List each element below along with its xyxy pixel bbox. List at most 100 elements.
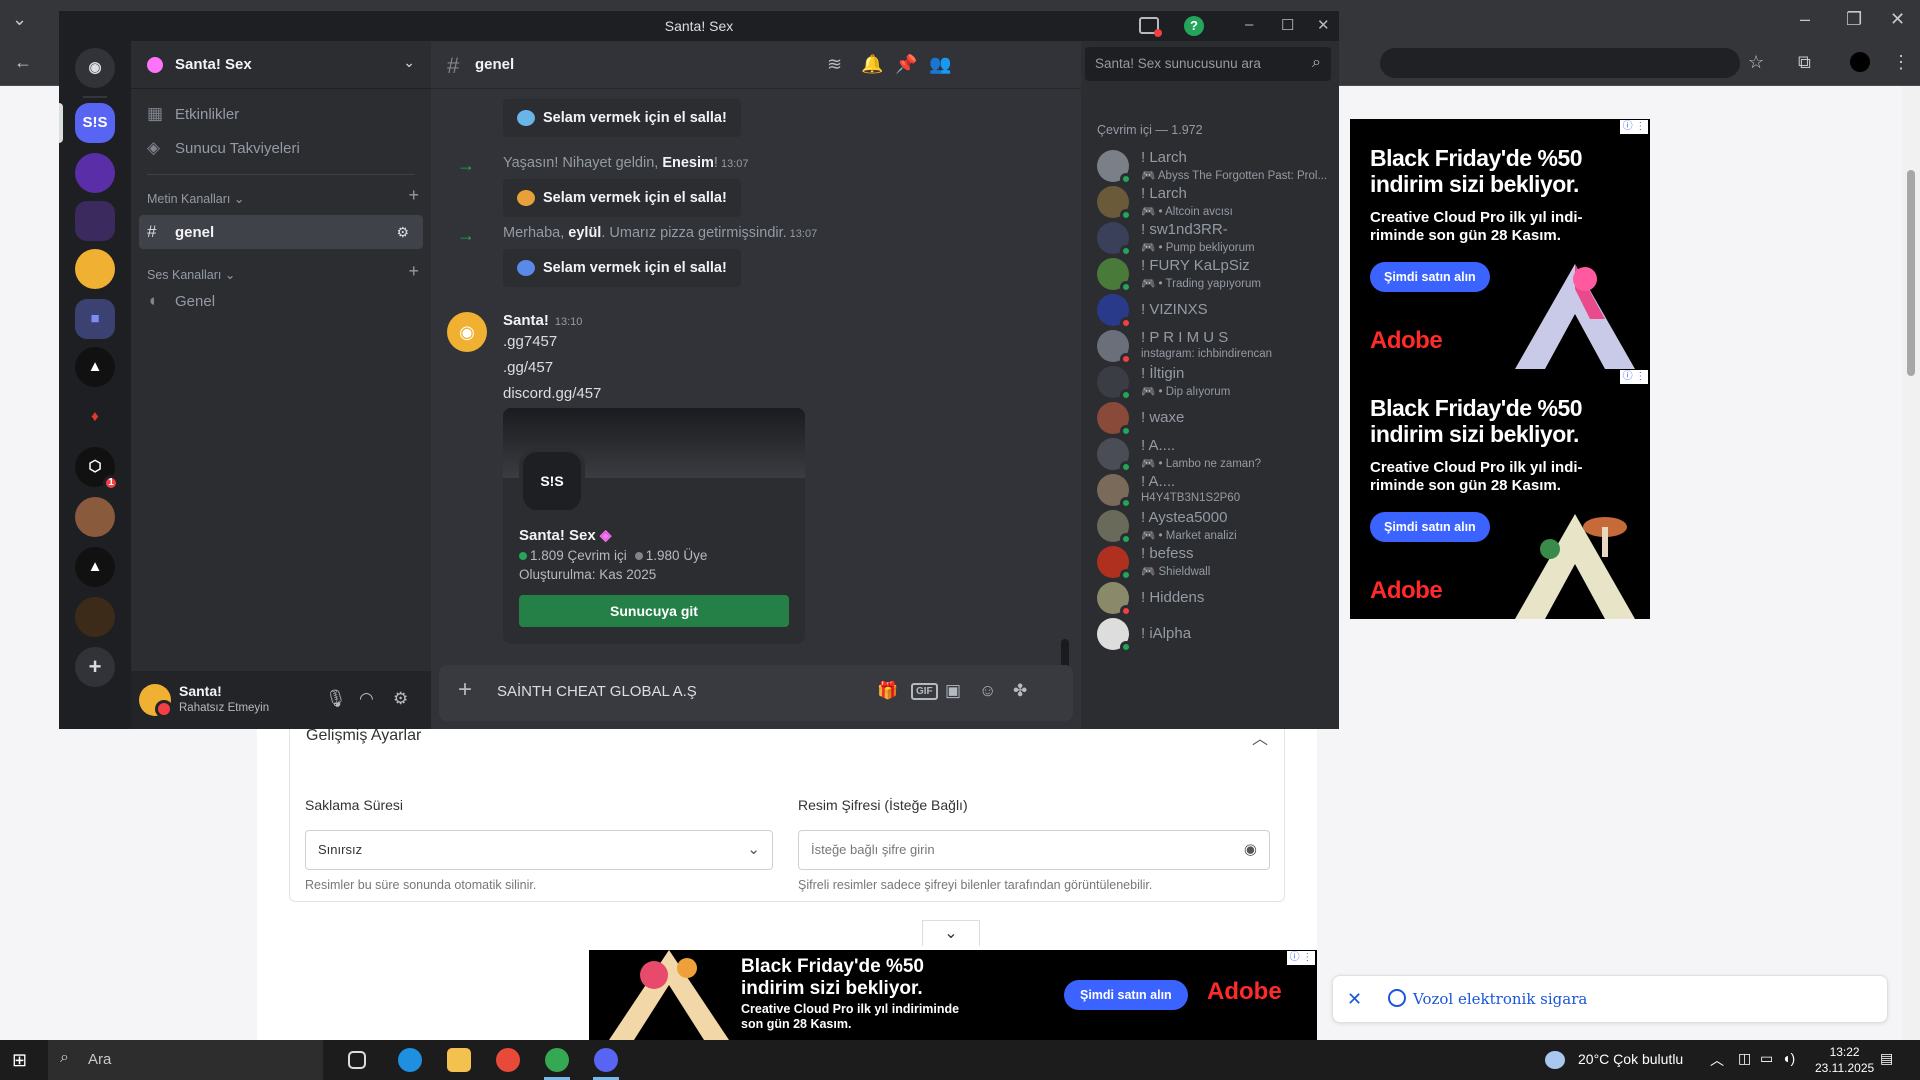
channel-settings-icon[interactable]: ⚙ [396, 224, 413, 241]
wave-button[interactable]: Selam vermek için el salla! [503, 179, 741, 217]
bell-icon[interactable]: 🔔 [861, 54, 883, 75]
back-icon[interactable]: ← [14, 53, 32, 71]
chevron-down-icon[interactable]: ⌄ [403, 54, 415, 71]
server-avatar-icon[interactable] [75, 249, 115, 289]
boosts-item[interactable]: ◈ Sunucu Takviyeleri [139, 131, 423, 165]
ad-cta-button[interactable]: Şimdi satın alın [1370, 512, 1490, 542]
attach-plus-icon[interactable]: + [453, 678, 477, 702]
browser-menu-icon[interactable]: ⋮ [1892, 53, 1910, 71]
message-link[interactable]: discord.gg/457 [503, 385, 601, 402]
bottom-ad[interactable]: Black Friday'de %50 indirim sizi bekliyo… [589, 950, 1317, 1040]
notification-center-icon[interactable]: ▤ [1880, 1050, 1893, 1067]
ad-info-icon[interactable]: ⓘ ⋮ [1620, 370, 1648, 384]
message-composer[interactable]: + SAİNTH CHEAT GLOBAL A.Ş 🎁 GIF ▣ ☺ ✤ [439, 665, 1073, 721]
user-name[interactable]: Santa! [179, 683, 222, 699]
ad-cta-button[interactable]: Şimdi satın alın [1370, 262, 1490, 292]
joined-user[interactable]: Enesim [662, 155, 714, 171]
wave-button[interactable]: Selam vermek için el salla! [503, 249, 741, 287]
minimize-window-icon[interactable]: – [1800, 10, 1810, 28]
inbox-icon[interactable] [1139, 17, 1162, 37]
file-explorer-icon[interactable] [447, 1048, 471, 1072]
server-santa-sex[interactable]: S!S [75, 103, 115, 143]
close-icon[interactable]: ✕ [1317, 16, 1330, 34]
server-purple-icon[interactable] [75, 153, 115, 193]
notification-text[interactable]: Vozol elektronik sigara [1413, 990, 1587, 1008]
task-view-icon[interactable] [348, 1051, 366, 1069]
voice-channel-genel[interactable]: ◖ Genel [139, 284, 423, 318]
restore-window-icon[interactable]: ❐ [1846, 10, 1862, 28]
user-avatar[interactable] [139, 684, 173, 718]
server-photo-icon[interactable] [75, 497, 115, 537]
page-scrollbar[interactable] [1902, 86, 1920, 1040]
discord-taskbar-icon[interactable] [594, 1048, 618, 1072]
apps-icon[interactable]: ✤ [1013, 681, 1027, 701]
ad-info-icon[interactable]: ⓘ ⋮ [1620, 120, 1648, 134]
maximize-icon[interactable]: ☐ [1281, 16, 1294, 34]
server-triangle-icon[interactable]: ▲ [75, 347, 115, 387]
headphones-icon[interactable]: ◠ [359, 689, 374, 709]
server-header[interactable]: Santa! Sex ⌄ [131, 41, 431, 89]
joined-user[interactable]: eylül [568, 225, 601, 241]
server-triangle2-icon[interactable]: ▲ [75, 547, 115, 587]
scrollbar-thumb[interactable] [1907, 170, 1915, 376]
sticker-icon[interactable]: ▣ [945, 681, 961, 701]
wave-button[interactable]: Selam vermek için el salla! [503, 99, 741, 137]
discord-home-icon[interactable]: ◉ [75, 48, 115, 88]
channel-genel[interactable]: # genel ⚙ [139, 215, 423, 249]
member-row[interactable]: ! iAlpha [1089, 613, 1331, 655]
pin-icon[interactable]: 📌 [895, 54, 917, 75]
side-ad-2[interactable]: ⓘ ⋮ Black Friday'de %50 indirim sizi bek… [1350, 369, 1650, 619]
threads-icon[interactable]: ≋ [827, 54, 842, 75]
bookmark-star-icon[interactable]: ☆ [1748, 53, 1764, 71]
battery-icon[interactable]: ▭ [1760, 1050, 1773, 1067]
ad-cta-button[interactable]: Şimdi satın alın [1064, 980, 1188, 1010]
microphone-icon[interactable]: 🎙 [325, 689, 347, 709]
composer-input[interactable]: SAİNTH CHEAT GLOBAL A.Ş [497, 683, 697, 700]
password-input[interactable]: İsteğe bağlı şifre girin ◉ [798, 830, 1270, 870]
tray-chevron-icon[interactable]: ︿ [1710, 1050, 1724, 1070]
message-author[interactable]: Santa! 13:10 [503, 312, 582, 329]
help-icon[interactable]: ? [1184, 16, 1204, 36]
notification-bar[interactable]: ✕ Vozol elektronik sigara [1332, 975, 1888, 1023]
events-item[interactable]: ▦ Etkinlikler [139, 97, 423, 131]
emoji-icon[interactable]: ☺ [979, 681, 996, 701]
gift-icon[interactable]: 🎁 [877, 681, 898, 701]
tab-search-icon[interactable]: ⌄ [12, 10, 27, 28]
network-icon[interactable]: ◫ [1738, 1050, 1751, 1067]
chrome-profile-icon[interactable] [545, 1048, 569, 1072]
text-category[interactable]: Metin Kanalları ⌄ [147, 191, 244, 206]
settings-gear-icon[interactable]: ⚙ [393, 689, 408, 709]
author-avatar[interactable]: ◉ [447, 312, 487, 352]
add-voice-channel-icon[interactable]: + [408, 261, 419, 282]
gif-icon[interactable]: GIF [911, 683, 938, 700]
eye-off-icon[interactable]: ◉ [1244, 840, 1257, 858]
expand-chevron-icon[interactable]: ⌄ [922, 920, 980, 946]
side-ad-1[interactable]: ⓘ ⋮ Black Friday'de %50 indirim sizi bek… [1350, 119, 1650, 369]
retention-select[interactable]: Sınırsız ⌄ [305, 830, 773, 870]
member-list-icon[interactable]: 👥 [929, 54, 951, 75]
server-cazino-icon[interactable] [75, 597, 115, 637]
close-icon[interactable]: ✕ [1347, 989, 1362, 1010]
server-flame-icon[interactable]: ♦ [75, 397, 115, 437]
chrome-icon[interactable] [496, 1048, 520, 1072]
profile-avatar[interactable] [1850, 52, 1870, 72]
close-window-icon[interactable]: ✕ [1890, 10, 1905, 28]
windows-start-icon[interactable]: ⊞ [12, 1050, 27, 1071]
weather-text[interactable]: 20°C Çok bulutlu [1578, 1051, 1683, 1067]
edge-icon[interactable] [398, 1048, 422, 1072]
advanced-settings-title[interactable]: Gelişmiş Ayarlar [306, 727, 421, 745]
server-ge-klan-icon[interactable] [75, 201, 115, 241]
add-text-channel-icon[interactable]: + [408, 185, 419, 206]
server-hex-icon[interactable]: ⬡ 1 [75, 447, 119, 491]
taskbar-search[interactable]: ⌕ Ara [48, 1040, 323, 1080]
add-server-icon[interactable]: + [75, 647, 115, 687]
voice-category[interactable]: Ses Kanalları ⌄ [147, 267, 235, 282]
minimize-icon[interactable]: – [1245, 16, 1253, 33]
volume-icon[interactable]: ◖) [1782, 1050, 1795, 1066]
ad-info-icon[interactable]: ⓘ ⋮ [1287, 951, 1315, 965]
server-search[interactable]: Santa! Sex sunucusunu ara ⌕ [1085, 47, 1331, 81]
address-bar[interactable] [1380, 48, 1740, 78]
extensions-icon[interactable]: ⧉ [1798, 53, 1811, 71]
server-folder-icon[interactable]: ■ [75, 299, 115, 339]
join-server-button[interactable]: Sunucuya git [519, 595, 789, 627]
